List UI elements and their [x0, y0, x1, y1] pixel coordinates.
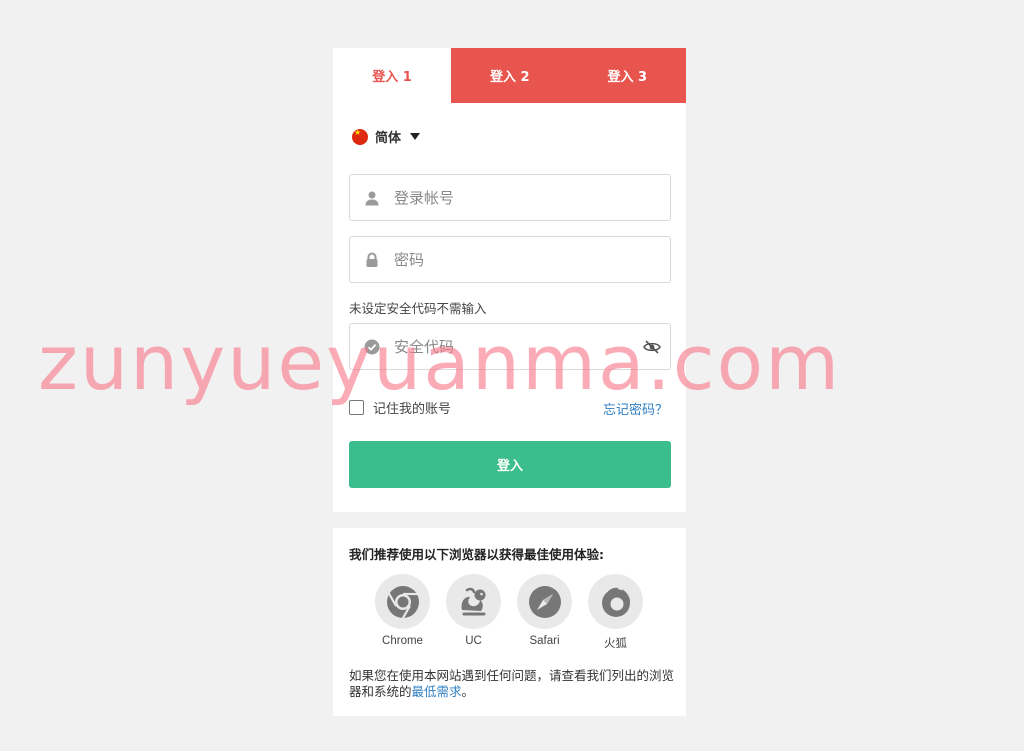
browser-list: Chrome UC Safari 火狐 — [375, 574, 643, 651]
check-circle-icon — [350, 324, 394, 369]
browser-name: Chrome — [382, 635, 423, 647]
tab-login-2[interactable]: 登入 2 — [451, 48, 569, 103]
browser-name: Safari — [529, 635, 560, 647]
safari-icon — [517, 574, 572, 629]
user-icon — [350, 175, 394, 220]
login-button[interactable]: 登入 — [349, 441, 671, 488]
note-text: 如果您在使用本网站遇到任何问题，请查看我们列出的浏览器和系统的 — [349, 668, 675, 699]
login-card: 登入 1 登入 2 登入 3 简体 — [333, 48, 686, 512]
firefox-icon — [588, 574, 643, 629]
account-field — [349, 174, 671, 221]
tab-login-3[interactable]: 登入 3 — [568, 48, 686, 103]
language-selector[interactable]: 简体 — [352, 127, 421, 146]
uc-browser-icon — [446, 574, 501, 629]
login-tabs: 登入 1 登入 2 登入 3 — [333, 48, 686, 103]
browser-chrome[interactable]: Chrome — [375, 574, 430, 651]
tab-login-1[interactable]: 登入 1 — [333, 48, 451, 103]
browser-recommendation-card: 我们推荐使用以下浏览器以获得最佳使用体验: Chrome UC Safari 火… — [333, 528, 686, 716]
forgot-password-link[interactable]: 忘记密码？ — [603, 399, 668, 418]
remember-account[interactable]: 记住我的账号 — [349, 398, 451, 417]
lock-icon — [350, 237, 394, 282]
security-code-input[interactable] — [394, 324, 634, 369]
note-end: 。 — [461, 684, 475, 699]
china-flag-icon — [352, 128, 368, 145]
browser-recommendation-title: 我们推荐使用以下浏览器以获得最佳使用体验: — [349, 547, 604, 562]
security-code-hint: 未设定安全代码不需输入 — [349, 301, 487, 316]
remember-checkbox[interactable] — [349, 400, 364, 415]
password-field — [349, 236, 671, 283]
browser-name: UC — [465, 635, 482, 647]
security-code-field — [349, 323, 671, 370]
eye-off-icon[interactable] — [634, 339, 670, 354]
minimum-requirements-link[interactable]: 最低需求 — [412, 684, 462, 699]
browser-safari[interactable]: Safari — [517, 574, 572, 651]
password-input[interactable] — [394, 237, 670, 282]
browser-uc[interactable]: UC — [446, 574, 501, 651]
account-input[interactable] — [394, 175, 670, 220]
caret-down-icon — [410, 133, 421, 140]
browser-name: 火狐 — [604, 638, 627, 650]
chrome-icon — [375, 574, 430, 629]
language-label: 简体 — [375, 131, 402, 146]
remember-label: 记住我的账号 — [373, 402, 452, 417]
browser-requirement-note: 如果您在使用本网站遇到任何问题，请查看我们列出的浏览器和系统的最低需求。 — [349, 668, 674, 700]
browser-firefox[interactable]: 火狐 — [588, 574, 643, 651]
page: 登入 1 登入 2 登入 3 简体 — [0, 0, 1024, 751]
